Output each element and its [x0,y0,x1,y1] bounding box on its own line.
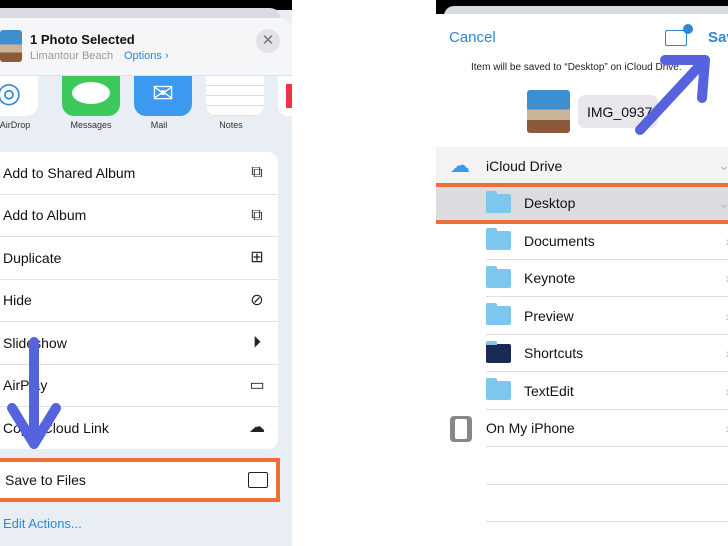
up-right-arrow [635,55,710,135]
down-arrow [7,337,61,449]
annotation-arrows [7,55,710,449]
